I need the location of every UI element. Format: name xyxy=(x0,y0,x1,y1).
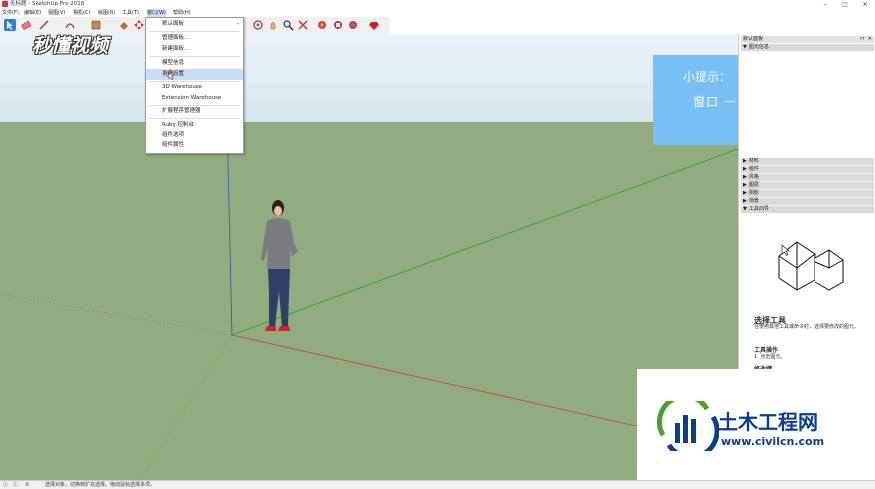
minimize-button[interactable]: – xyxy=(816,0,834,9)
menu-item-extension-warehouse[interactable]: Extension Warehouse xyxy=(146,93,243,104)
title-bar: 无标题 - SketchUp Pro 2018 – □ ✕ xyxy=(0,0,875,9)
collapse-arrow-icon: ▼ xyxy=(743,206,747,212)
green-axis-neg xyxy=(139,334,233,480)
red-axis-neg xyxy=(0,293,233,336)
menu-help[interactable]: 帮助(H) xyxy=(173,9,191,17)
menu-view[interactable]: 视图(V) xyxy=(48,9,65,17)
move-tool-icon[interactable] xyxy=(133,19,145,31)
menu-item-default-panels[interactable]: 默认面板 › xyxy=(146,19,243,30)
expand-arrow-icon: ▶ xyxy=(743,174,747,180)
zoom-tool-icon[interactable] xyxy=(282,19,294,31)
line-tool-icon[interactable] xyxy=(38,19,50,31)
panel-section-entity-info[interactable]: ▼ 图元信息 xyxy=(741,44,874,52)
mouse-cursor-icon xyxy=(166,70,175,80)
window-title: 无标题 - SketchUp Pro 2018 xyxy=(10,1,85,7)
menu-item-new-panel[interactable]: 新建面板... xyxy=(146,44,243,55)
axes-overlay xyxy=(0,34,738,480)
collapse-arrow-icon: ▼ xyxy=(743,44,747,50)
pan-tool-icon[interactable] xyxy=(267,19,279,31)
panel-section-scenes[interactable]: ▶ 场景 xyxy=(741,198,874,206)
menu-item-model-info[interactable]: 模型信息 xyxy=(146,58,243,69)
sketchup-app-icon xyxy=(2,1,8,7)
ruby-icon[interactable] xyxy=(368,19,380,31)
menu-separator xyxy=(149,31,240,32)
eraser-tool-icon[interactable] xyxy=(20,19,32,31)
menu-item-component-attributes[interactable]: 组件属性 xyxy=(146,140,243,151)
menu-window[interactable]: 窗口(W) xyxy=(147,9,166,17)
menu-file[interactable]: 文件(F) xyxy=(2,9,19,17)
shape-tool-icon[interactable] xyxy=(90,19,102,31)
instructor-tool-description: 在使用其他工具或命令时，选择要修改的图元。 xyxy=(754,324,860,330)
logo-url: www.civilcn.com xyxy=(721,435,825,448)
video-watermark: 秒懂视频 xyxy=(32,35,109,57)
panel-section-styles[interactable]: ▶ 风格 xyxy=(741,174,874,182)
tip-title: 小提示： xyxy=(683,70,732,84)
pin-icon[interactable]: ⊓ xyxy=(860,36,864,43)
menu-tools[interactable]: 工具(T) xyxy=(122,9,139,17)
scale-figure[interactable] xyxy=(258,199,314,334)
window-menu-dropdown: 默认面板 › 管理面板... 新建面板... 模型信息 系统设置 3D Wareh… xyxy=(145,17,244,154)
house-illustration xyxy=(778,241,844,291)
expand-arrow-icon: ▶ xyxy=(743,198,747,204)
logo-title: 土木工程网 xyxy=(718,410,818,434)
menu-item-manage-panels[interactable]: 管理面板... xyxy=(146,33,243,44)
menu-draw[interactable]: 绘图(R) xyxy=(98,9,115,17)
menu-camera[interactable]: 相机(C) xyxy=(73,9,90,17)
menu-item-3d-warehouse[interactable]: 3D Warehouse xyxy=(146,82,243,93)
select-tool-icon[interactable] xyxy=(4,19,16,31)
site-logo-box: 土木工程网 www.civilcn.com xyxy=(637,369,875,488)
close-button[interactable]: ✕ xyxy=(856,0,874,9)
zoom-extents-tool-icon[interactable] xyxy=(297,19,309,31)
panel-section-materials[interactable]: ▶ 材料 xyxy=(741,158,874,166)
orbit-tool-icon[interactable] xyxy=(252,19,264,31)
civilcn-logo-icon xyxy=(657,401,719,451)
instructor-op-1: 1. 点击图元。 xyxy=(754,354,786,360)
panel-header-title: 默认面板 xyxy=(743,36,764,42)
expand-arrow-icon: ▶ xyxy=(743,166,747,172)
push-pull-tool-icon[interactable] xyxy=(118,19,130,31)
menu-bar: 文件(F) 编辑(E) 视图(V) 相机(C) 绘图(R) 工具(T) 窗口(W… xyxy=(0,9,875,17)
menu-separator xyxy=(149,118,240,119)
menu-item-extension-manager[interactable]: 扩展程序管理器 xyxy=(146,106,243,117)
expand-arrow-icon: ▶ xyxy=(743,158,747,164)
share-model-icon[interactable] xyxy=(347,19,359,31)
select-cursor-icon xyxy=(781,244,790,256)
warehouse-icon[interactable] xyxy=(316,19,328,31)
menu-edit[interactable]: 编辑(E) xyxy=(24,9,41,17)
menu-separator xyxy=(149,56,240,57)
panel-section-layers[interactable]: ▶ 图层 xyxy=(741,182,874,190)
panel-section-components[interactable]: ▶ 组件 xyxy=(741,166,874,174)
panel-section-shadows[interactable]: ▶ 阴影 xyxy=(741,190,874,198)
panel-header: 默认面板 ⊓ ✕ xyxy=(741,36,874,43)
arc-tool-icon[interactable] xyxy=(64,19,76,31)
maximize-button[interactable]: □ xyxy=(836,0,854,9)
expand-arrow-icon: ▶ xyxy=(743,182,747,188)
menu-item-preferences[interactable]: 系统设置 xyxy=(146,69,243,80)
extension-warehouse-icon[interactable] xyxy=(332,19,344,31)
panel-close-icon[interactable]: ✕ xyxy=(868,36,872,43)
expand-arrow-icon: ▶ xyxy=(743,190,747,196)
model-viewport[interactable] xyxy=(0,34,738,480)
panel-section-instructor[interactable]: ▼ 工具向导 xyxy=(741,206,874,214)
